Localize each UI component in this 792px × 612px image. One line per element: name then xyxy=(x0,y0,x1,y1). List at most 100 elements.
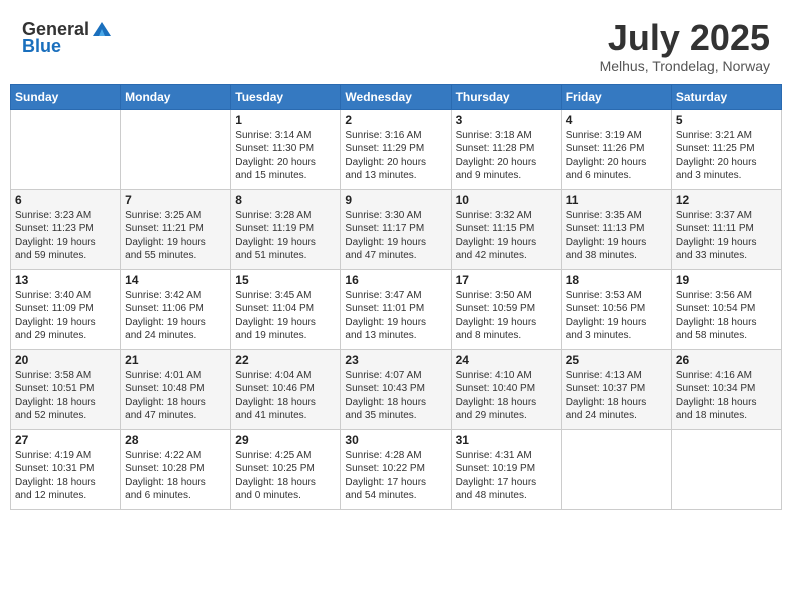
calendar-cell: 15Sunrise: 3:45 AMSunset: 11:04 PMDaylig… xyxy=(231,269,341,349)
calendar-cell: 16 Sunrise: 3:47 AMSunset: 11:01 PMDaylig… xyxy=(341,269,451,349)
day-info: Sunrise: 4:07 AMSunset: 10:43 PMDaylight… xyxy=(345,369,446,423)
col-header-thursday: Thursday xyxy=(451,84,561,109)
day-number: 22 xyxy=(235,353,336,367)
calendar-cell: 25 Sunrise: 4:13 AMSunset: 10:37 PMDaylig… xyxy=(561,349,671,429)
day-info: Sunrise: 3:28 AMSunset: 11:19 PMDaylight… xyxy=(235,209,336,263)
day-info: Sunrise: 4:01 AMSunset: 10:48 PMDaylight… xyxy=(125,369,226,423)
calendar-cell: 20 Sunrise: 3:58 AMSunset: 10:51 PMDaylig… xyxy=(11,349,121,429)
calendar-cell: 1 Sunrise: 3:14 AMSunset: 11:30 PMDayligh… xyxy=(231,109,341,189)
day-number: 11 xyxy=(566,193,667,207)
day-info: Sunrise: 3:40 AMSunset: 11:09 PMDaylight… xyxy=(15,289,116,343)
logo-text-blue: Blue xyxy=(22,36,61,57)
day-number: 2 xyxy=(345,113,446,127)
day-info: Sunrise: 3:47 AMSunset: 11:01 PMDaylight… xyxy=(345,289,446,343)
calendar-cell: 27 Sunrise: 4:19 AMSunset: 10:31 PMDaylig… xyxy=(11,429,121,509)
day-number: 26 xyxy=(676,353,777,367)
day-info: Sunrise: 3:37 AMSunset: 11:11 PMDaylight… xyxy=(676,209,777,263)
calendar-cell: 21 Sunrise: 4:01 AMSunset: 10:48 PMDaylig… xyxy=(121,349,231,429)
calendar-cell: 13 Sunrise: 3:40 AMSunset: 11:09 PMDaylig… xyxy=(11,269,121,349)
day-info: Sunrise: 4:13 AMSunset: 10:37 PMDaylight… xyxy=(566,369,667,423)
day-number: 17 xyxy=(456,273,557,287)
day-number: 13 xyxy=(15,273,116,287)
calendar-cell: 26 Sunrise: 4:16 AMSunset: 10:34 PMDaylig… xyxy=(671,349,781,429)
day-number: 20 xyxy=(15,353,116,367)
day-number: 16 xyxy=(345,273,446,287)
calendar-cell: 24Sunrise: 4:10 AMSunset: 10:40 PMDaylig… xyxy=(451,349,561,429)
day-info: Sunrise: 3:35 AMSunset: 11:13 PMDaylight… xyxy=(566,209,667,263)
calendar-cell: 4 Sunrise: 3:19 AMSunset: 11:26 PMDayligh… xyxy=(561,109,671,189)
day-number: 23 xyxy=(345,353,446,367)
calendar-cell: 28 Sunrise: 4:22 AMSunset: 10:28 PMDaylig… xyxy=(121,429,231,509)
calendar-cell: 29 Sunrise: 4:25 AMSunset: 10:25 PMDaylig… xyxy=(231,429,341,509)
day-info: Sunrise: 3:14 AMSunset: 11:30 PMDaylight… xyxy=(235,129,336,183)
day-info: Sunrise: 3:25 AMSunset: 11:21 PMDaylight… xyxy=(125,209,226,263)
day-number: 9 xyxy=(345,193,446,207)
calendar-cell: 19 Sunrise: 3:56 AMSunset: 10:54 PMDaylig… xyxy=(671,269,781,349)
day-info: Sunrise: 4:16 AMSunset: 10:34 PMDaylight… xyxy=(676,369,777,423)
day-number: 3 xyxy=(456,113,557,127)
day-number: 24 xyxy=(456,353,557,367)
day-number: 10 xyxy=(456,193,557,207)
col-header-wednesday: Wednesday xyxy=(341,84,451,109)
calendar-table: SundayMondayTuesdayWednesdayThursdayFrid… xyxy=(10,84,782,510)
day-info: Sunrise: 4:04 AMSunset: 10:46 PMDaylight… xyxy=(235,369,336,423)
day-info: Sunrise: 4:31 AMSunset: 10:19 PMDaylight… xyxy=(456,449,557,503)
calendar-cell: 5 Sunrise: 3:21 AMSunset: 11:25 PMDayligh… xyxy=(671,109,781,189)
calendar-cell xyxy=(11,109,121,189)
calendar-cell: 8 Sunrise: 3:28 AMSunset: 11:19 PMDayligh… xyxy=(231,189,341,269)
day-number: 21 xyxy=(125,353,226,367)
calendar-cell: 3 Sunrise: 3:18 AMSunset: 11:28 PMDayligh… xyxy=(451,109,561,189)
day-info: Sunrise: 3:21 AMSunset: 11:25 PMDaylight… xyxy=(676,129,777,183)
col-header-tuesday: Tuesday xyxy=(231,84,341,109)
day-number: 30 xyxy=(345,433,446,447)
day-number: 31 xyxy=(456,433,557,447)
day-info: Sunrise: 3:16 AMSunset: 11:29 PMDaylight… xyxy=(345,129,446,183)
calendar-cell: 7Sunrise: 3:25 AMSunset: 11:21 PMDayligh… xyxy=(121,189,231,269)
day-number: 12 xyxy=(676,193,777,207)
day-number: 4 xyxy=(566,113,667,127)
day-info: Sunrise: 3:58 AMSunset: 10:51 PMDaylight… xyxy=(15,369,116,423)
day-info: Sunrise: 4:19 AMSunset: 10:31 PMDaylight… xyxy=(15,449,116,503)
day-number: 1 xyxy=(235,113,336,127)
day-info: Sunrise: 3:53 AMSunset: 10:56 PMDaylight… xyxy=(566,289,667,343)
day-info: Sunrise: 4:28 AMSunset: 10:22 PMDaylight… xyxy=(345,449,446,503)
day-info: Sunrise: 3:30 AMSunset: 11:17 PMDaylight… xyxy=(345,209,446,263)
calendar-cell: 6Sunrise: 3:23 AMSunset: 11:23 PMDayligh… xyxy=(11,189,121,269)
calendar-cell: 23 Sunrise: 4:07 AMSunset: 10:43 PMDaylig… xyxy=(341,349,451,429)
calendar-cell: 11 Sunrise: 3:35 AMSunset: 11:13 PMDaylig… xyxy=(561,189,671,269)
day-number: 19 xyxy=(676,273,777,287)
calendar-cell: 12 Sunrise: 3:37 AMSunset: 11:11 PMDaylig… xyxy=(671,189,781,269)
col-header-monday: Monday xyxy=(121,84,231,109)
day-info: Sunrise: 3:50 AMSunset: 10:59 PMDaylight… xyxy=(456,289,557,343)
col-header-friday: Friday xyxy=(561,84,671,109)
col-header-sunday: Sunday xyxy=(11,84,121,109)
day-number: 14 xyxy=(125,273,226,287)
day-number: 29 xyxy=(235,433,336,447)
day-info: Sunrise: 3:56 AMSunset: 10:54 PMDaylight… xyxy=(676,289,777,343)
calendar-cell: 31 Sunrise: 4:31 AMSunset: 10:19 PMDaylig… xyxy=(451,429,561,509)
calendar-cell xyxy=(671,429,781,509)
day-info: Sunrise: 3:18 AMSunset: 11:28 PMDaylight… xyxy=(456,129,557,183)
day-number: 28 xyxy=(125,433,226,447)
calendar-cell: 14Sunrise: 3:42 AMSunset: 11:06 PMDaylig… xyxy=(121,269,231,349)
day-number: 6 xyxy=(15,193,116,207)
day-info: Sunrise: 3:19 AMSunset: 11:26 PMDaylight… xyxy=(566,129,667,183)
calendar-cell: 22 Sunrise: 4:04 AMSunset: 10:46 PMDaylig… xyxy=(231,349,341,429)
day-info: Sunrise: 3:32 AMSunset: 11:15 PMDaylight… xyxy=(456,209,557,263)
calendar-cell: 30 Sunrise: 4:28 AMSunset: 10:22 PMDaylig… xyxy=(341,429,451,509)
logo-icon xyxy=(91,18,113,40)
day-number: 5 xyxy=(676,113,777,127)
calendar-cell: 10 Sunrise: 3:32 AMSunset: 11:15 PMDaylig… xyxy=(451,189,561,269)
day-info: Sunrise: 4:25 AMSunset: 10:25 PMDaylight… xyxy=(235,449,336,503)
calendar-cell: 9 Sunrise: 3:30 AMSunset: 11:17 PMDayligh… xyxy=(341,189,451,269)
day-info: Sunrise: 4:22 AMSunset: 10:28 PMDaylight… xyxy=(125,449,226,503)
calendar-cell xyxy=(561,429,671,509)
day-number: 25 xyxy=(566,353,667,367)
day-number: 8 xyxy=(235,193,336,207)
col-header-saturday: Saturday xyxy=(671,84,781,109)
day-number: 27 xyxy=(15,433,116,447)
day-info: Sunrise: 3:45 AMSunset: 11:04 PMDaylight… xyxy=(235,289,336,343)
month-title: July 2025 xyxy=(600,18,770,58)
calendar-cell: 2 Sunrise: 3:16 AMSunset: 11:29 PMDayligh… xyxy=(341,109,451,189)
location-title: Melhus, Trondelag, Norway xyxy=(600,58,770,74)
